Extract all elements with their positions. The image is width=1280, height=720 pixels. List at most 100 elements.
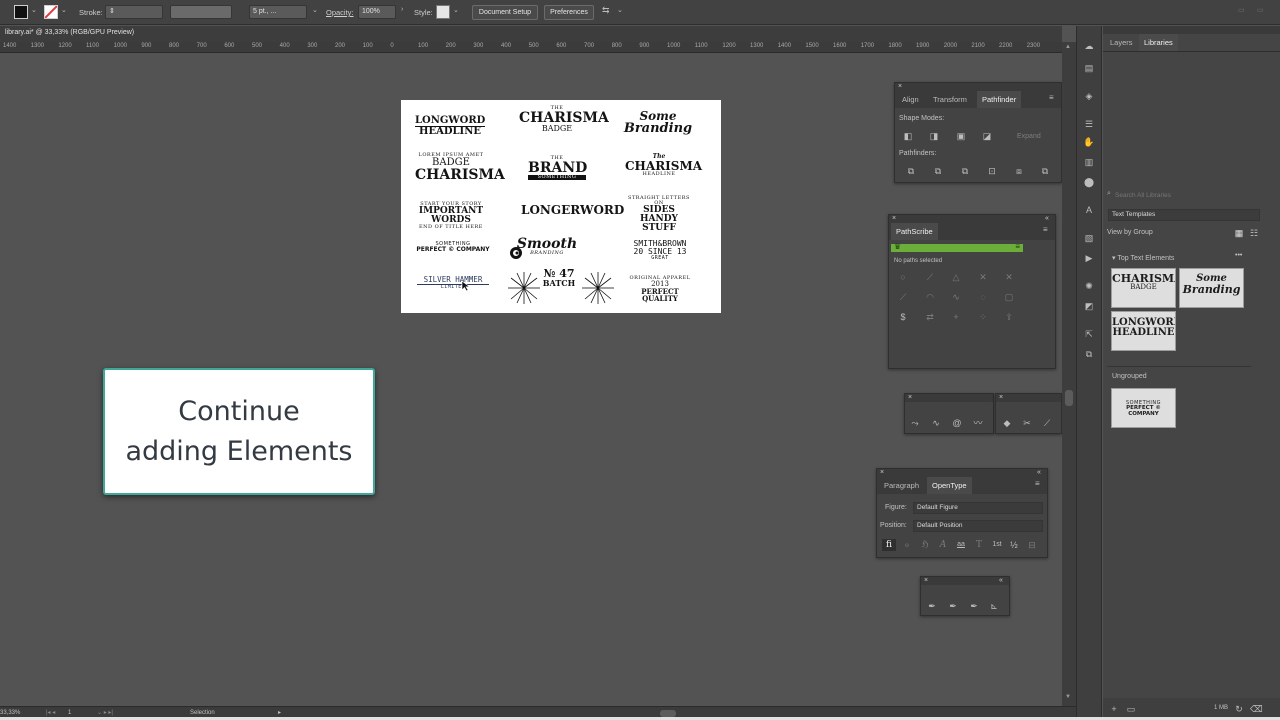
collapse-icon[interactable]: « — [999, 577, 1003, 585]
collapse-icon[interactable]: « — [1037, 469, 1041, 477]
close-icon[interactable]: × — [898, 83, 902, 91]
corner-icon[interactable]: △ — [950, 271, 962, 283]
curve-tool-icon[interactable]: ∿ — [930, 417, 942, 429]
vertical-scrollbar[interactable]: ▲ ▼ — [1062, 42, 1076, 706]
panel-grip[interactable] — [905, 394, 993, 402]
tab-paragraph[interactable]: Paragraph — [879, 477, 924, 494]
close-icon[interactable]: × — [999, 394, 1003, 402]
node-icon[interactable]: ⟋ — [924, 271, 936, 283]
pen-tool-icon[interactable]: ✒ — [926, 600, 938, 612]
chevron-down-icon[interactable]: ⌄ — [61, 6, 67, 14]
expand-button[interactable]: Expand — [1017, 133, 1041, 140]
export-panel-icon[interactable]: ⇱ — [1083, 328, 1095, 340]
opacity-label[interactable]: Opacity: — [326, 6, 354, 19]
zoom-level[interactable]: 33,33% — [0, 710, 20, 716]
variable-width-profile[interactable] — [170, 5, 232, 19]
window-maximize-icon[interactable]: ▭ — [1257, 6, 1264, 14]
document-icon[interactable]: ▤ — [1083, 62, 1095, 74]
panel-grip[interactable] — [895, 83, 1061, 91]
anchor-point-icon[interactable]: ⊾ — [988, 600, 1000, 612]
tab-align[interactable]: Align — [897, 91, 924, 108]
grid-view-icon[interactable]: ▦ — [1233, 227, 1245, 239]
puppet-icon[interactable]: ✋ — [1083, 136, 1095, 148]
wave-icon[interactable]: 〰 — [972, 417, 984, 429]
dollar-icon[interactable]: $ — [897, 311, 909, 323]
tab-pathscribe[interactable]: PathScribe — [891, 223, 938, 240]
layers-stack-icon[interactable]: ⧉ — [1083, 348, 1095, 360]
minus-back-icon[interactable]: ⧉ — [1039, 165, 1051, 177]
close-icon[interactable]: × — [908, 394, 912, 402]
trash-icon[interactable]: ⌫ — [1250, 703, 1263, 715]
logo-badge-charisma[interactable]: LOREM IPSUM AMET BADGE CHARISMA — [415, 153, 505, 183]
curvature-icon[interactable]: ⤳ — [909, 417, 921, 429]
panel-menu-icon[interactable]: ≡ — [1035, 479, 1040, 488]
opacity-field[interactable]: 100% — [358, 5, 396, 19]
library-item-charisma-badge[interactable]: CHARISMA BADGE — [1111, 268, 1176, 308]
group-top-text-elements[interactable]: ▾ Top Text Elements — [1112, 254, 1174, 262]
smooth-icon[interactable]: ◠ — [924, 291, 936, 303]
chevron-down-icon[interactable]: ⌄ — [453, 6, 459, 14]
logo-the-charisma-headline[interactable]: The CHARISMA HEADLINE — [625, 154, 702, 177]
tab-layers[interactable]: Layers — [1105, 34, 1138, 51]
add-anchor-icon[interactable]: ✒ — [947, 600, 959, 612]
trim-icon[interactable]: ⧉ — [932, 165, 944, 177]
artboard-nav-prev[interactable]: |◂ ◂ — [46, 709, 55, 716]
library-select[interactable]: Text Templates — [1108, 209, 1260, 221]
ornaments-button[interactable]: T — [973, 539, 985, 551]
character-icon[interactable]: A — [1083, 204, 1095, 216]
appearance-icon[interactable]: ⬤ — [1083, 176, 1095, 188]
pen-icon[interactable]: ⟋ — [897, 291, 909, 303]
rect-icon[interactable]: ▢ — [1003, 291, 1015, 303]
minus-front-icon[interactable]: ◨ — [928, 130, 940, 142]
library-item-longword-headline[interactable]: LONGWORD HEADLINE — [1111, 311, 1176, 351]
panel-grip[interactable] — [921, 577, 1009, 585]
list-view-icon[interactable]: ☷ — [1248, 227, 1260, 239]
preferences-button[interactable]: Preferences — [544, 5, 594, 20]
titling-button[interactable]: aa — [953, 539, 969, 551]
scissors-icon[interactable]: ✂ — [1021, 417, 1033, 429]
stroke-swatch[interactable] — [44, 5, 58, 19]
swap-icon[interactable]: ⇄ — [924, 311, 936, 323]
horizontal-ruler[interactable]: 1400 1300 1200 1100 1000 900 800 700 600 500 400 30… — [0, 42, 1062, 53]
delete-node-icon[interactable]: ✕ — [1003, 271, 1015, 283]
image-trace-icon[interactable]: ◩ — [1083, 300, 1095, 312]
menu-icon[interactable]: ≡ — [1015, 242, 1020, 251]
close-icon[interactable]: × — [880, 469, 884, 477]
chevron-right-icon[interactable]: › — [401, 6, 403, 13]
scroll-up-icon[interactable]: ▲ — [1065, 44, 1071, 50]
tab-libraries[interactable]: Libraries — [1139, 34, 1178, 51]
dots-icon[interactable]: ⁘ — [977, 311, 989, 323]
chevron-down-icon[interactable]: ⌄ — [312, 6, 318, 14]
view-by-select[interactable]: View by Group — [1107, 229, 1153, 236]
tab-transform[interactable]: Transform — [928, 91, 972, 108]
eraser-icon[interactable]: ◆ — [1001, 417, 1013, 429]
lines-icon[interactable]: ☰ — [1083, 118, 1095, 130]
logo-important-words[interactable]: START YOUR STORY IMPORTANT WORDS END OF … — [413, 202, 489, 230]
logo-some-branding[interactable]: Some Branding — [621, 110, 695, 135]
navigator-icon[interactable]: ◈ — [1083, 90, 1095, 102]
collapse-icon[interactable]: « — [1045, 215, 1049, 223]
sync-icon[interactable]: ↻ — [1233, 703, 1245, 715]
document-tab[interactable]: library.ai* @ 33,33% (RGB/GPU Preview) — [0, 26, 1062, 42]
logo-perfect-quality[interactable]: ORIGINAL APPAREL 2013 PERFECT QUALITY — [625, 276, 695, 303]
logo-the-brand[interactable]: THE BRAND SOMETHING — [528, 156, 587, 180]
merge-icon[interactable]: ⧉ — [959, 165, 971, 177]
logo-handy-stuff[interactable]: STRAIGHT LETTERS ON SIDES HANDY STUFF — [623, 196, 695, 233]
library-search-input[interactable] — [1115, 189, 1267, 201]
panel-grip[interactable] — [996, 394, 1061, 402]
artboard[interactable]: LONGWORD HEADLINE THE CHARISMA BADGE Som… — [401, 100, 721, 313]
document-setup-button[interactable]: Document Setup — [472, 5, 538, 20]
folder-icon[interactable]: ▭ — [1125, 703, 1137, 715]
delete-anchor-icon[interactable]: ✒ — [968, 600, 980, 612]
artboard-number[interactable]: 1 — [68, 710, 71, 716]
group-ungrouped[interactable]: Ungrouped — [1112, 373, 1147, 380]
crop-icon[interactable]: ⊡ — [986, 165, 998, 177]
outline-icon[interactable]: ⧈ — [1013, 165, 1025, 177]
swash-button[interactable]: ℌ — [919, 539, 931, 551]
window-restore-icon[interactable]: ▭ — [1238, 6, 1245, 14]
stroke-weight-field[interactable]: ⇕ — [105, 5, 163, 19]
tab-opentype[interactable]: OpenType — [927, 477, 972, 494]
more-options-icon[interactable]: ⊟ — [1026, 539, 1038, 551]
logo-smith-brown[interactable]: SMITH&BROWN 20 SINCE 13 GREAT — [623, 240, 697, 261]
graphic-style-swatch[interactable] — [436, 5, 450, 19]
